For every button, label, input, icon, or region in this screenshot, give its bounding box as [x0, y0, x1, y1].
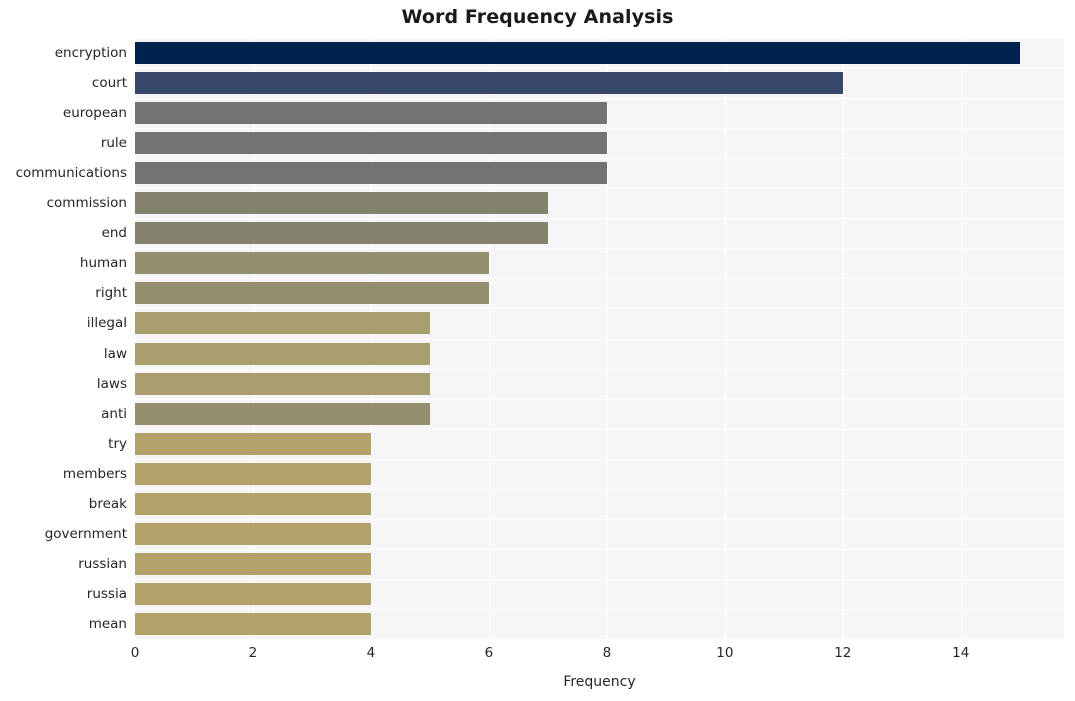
gridline-horizontal: [135, 639, 1064, 640]
plot-area: [135, 38, 1064, 640]
y-tick-label: court: [91, 75, 127, 92]
y-tick-label: human: [79, 255, 127, 272]
y-tick-label: rule: [100, 135, 127, 152]
y-axis: encryption court european rule communication…: [0, 38, 127, 639]
x-tick-label: 10: [716, 645, 734, 661]
bar: [135, 192, 548, 215]
x-tick-label: 0: [130, 645, 140, 661]
bar: [135, 42, 1020, 65]
bar: [135, 552, 371, 575]
y-tick-label: european: [62, 105, 127, 122]
bar: [135, 402, 430, 425]
bar: [135, 102, 607, 125]
y-tick-label: russia: [86, 585, 127, 602]
bar: [135, 462, 371, 485]
x-tick-label: 12: [834, 645, 852, 661]
y-tick-label: encryption: [54, 45, 127, 62]
y-tick-label: communications: [15, 165, 127, 182]
bar: [135, 432, 371, 455]
bar: [135, 162, 607, 185]
bar: [135, 222, 548, 245]
chart-figure: Word Frequency Analysis encryption court e…: [0, 0, 1075, 701]
bar: [135, 312, 430, 335]
bar: [135, 342, 430, 365]
y-tick-label: commission: [46, 195, 127, 212]
page-title: Word Frequency Analysis: [401, 6, 674, 28]
x-tick-label: 6: [484, 645, 494, 661]
y-tick-label: mean: [88, 615, 127, 632]
y-tick-label: right: [95, 285, 127, 302]
y-tick-label: break: [88, 495, 127, 512]
x-tick-label: 2: [248, 645, 258, 661]
x-tick-label: 8: [602, 645, 612, 661]
y-tick-label: laws: [96, 375, 127, 392]
y-tick-label: government: [44, 525, 127, 542]
bar: [135, 582, 371, 605]
x-tick-label: 4: [366, 645, 376, 661]
bar-series: [135, 38, 1064, 639]
bar: [135, 612, 371, 635]
bar: [135, 372, 430, 395]
y-tick-label: russian: [78, 555, 127, 572]
y-tick-label: try: [108, 435, 127, 452]
bar: [135, 132, 607, 155]
bar: [135, 522, 371, 545]
y-tick-label: members: [62, 465, 127, 482]
x-axis-title: Frequency: [563, 674, 636, 690]
x-tick-label: 14: [952, 645, 970, 661]
bar: [135, 492, 371, 515]
bar: [135, 72, 843, 95]
y-tick-label: illegal: [86, 315, 127, 332]
y-tick-label: law: [103, 345, 127, 362]
y-tick-label: anti: [101, 405, 127, 422]
x-axis: 0 2 4 6 8 10 12 14: [0, 645, 1075, 667]
y-tick-label: end: [101, 225, 127, 242]
bar: [135, 252, 489, 275]
bar: [135, 282, 489, 305]
